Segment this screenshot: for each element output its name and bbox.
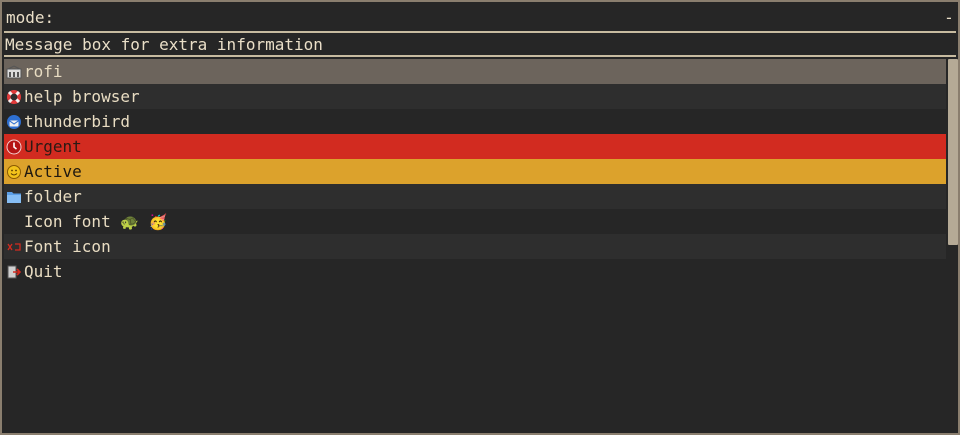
folder-icon [6, 189, 22, 205]
message-box: Message box for extra information [4, 33, 956, 55]
entry-list: rofi help browser thunderbird Urgent Act… [4, 59, 946, 284]
list-item-label: thunderbird [24, 112, 130, 131]
scrollbar-handle[interactable] [948, 59, 958, 245]
case-indicator: - [944, 7, 954, 27]
message-text: Message box for extra information [5, 34, 323, 54]
list-item-quit[interactable]: Quit [4, 259, 946, 284]
list-item-label: folder [24, 187, 82, 206]
list-item-help-browser[interactable]: help browser [4, 84, 946, 109]
partying-face-icon: 🥳 [148, 212, 168, 231]
thunderbird-icon [6, 114, 22, 130]
lifebuoy-icon [6, 89, 22, 105]
list-item-label: help browser [24, 87, 140, 106]
list-item-label: Urgent [24, 137, 82, 156]
font-glyph-icon [6, 239, 22, 255]
list-item-label: Quit [24, 262, 63, 281]
list-item-label: Active [24, 162, 82, 181]
list-item-label: Icon font [24, 212, 121, 231]
list-item-label: Font icon [24, 237, 111, 256]
list-item-font-icon[interactable]: Font icon [4, 234, 946, 259]
rofi-icon [6, 64, 22, 80]
input-bar: mode: - [4, 4, 956, 30]
mode-prompt: mode: [6, 7, 55, 27]
urgent-clock-icon [6, 139, 22, 155]
turtle-icon: 🐢 [120, 212, 140, 231]
list-item-thunderbird[interactable]: thunderbird [4, 109, 946, 134]
separator [4, 55, 956, 57]
list-item-icon-font[interactable]: Icon font 🐢 🥳 [4, 209, 946, 234]
list-item-label: rofi [24, 62, 63, 81]
list-item-urgent[interactable]: Urgent [4, 134, 946, 159]
list-item-rofi[interactable]: rofi [4, 59, 946, 84]
search-input[interactable] [54, 4, 942, 30]
exit-icon [6, 264, 22, 280]
smiley-icon [6, 164, 22, 180]
list-item-folder[interactable]: folder [4, 184, 946, 209]
rofi-window: mode: - Message box for extra informatio… [0, 0, 960, 435]
list-item-active[interactable]: Active [4, 159, 946, 184]
